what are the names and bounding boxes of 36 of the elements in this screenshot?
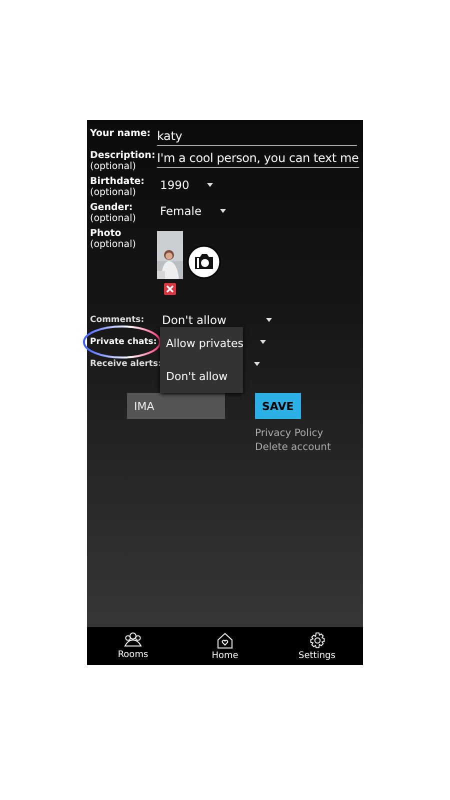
caret-icon bbox=[207, 183, 214, 187]
people-icon bbox=[124, 632, 142, 648]
nav-item[interactable]: Settings bbox=[282, 632, 352, 660]
optional-hint: (optional) bbox=[90, 239, 137, 250]
setting-label: Receive alerts: bbox=[90, 359, 162, 369]
dropdown-option[interactable]: Don't allow bbox=[166, 370, 243, 383]
home-icon bbox=[216, 632, 234, 648]
field-label: Photo bbox=[90, 228, 122, 239]
camera-icon[interactable] bbox=[187, 245, 221, 279]
image-button[interactable]: IMA bbox=[127, 393, 225, 419]
optional-hint: (optional) bbox=[90, 187, 137, 198]
field-label: Your name: bbox=[90, 128, 152, 139]
field-label: Gender: bbox=[90, 202, 134, 213]
caret-icon bbox=[220, 209, 226, 213]
text-field[interactable]: katy bbox=[157, 128, 357, 146]
setting-label: Comments: bbox=[90, 315, 146, 325]
settings-icon bbox=[308, 632, 326, 648]
optional-hint: (optional) bbox=[90, 161, 137, 172]
text-field[interactable]: I'm a cool person, you can text me bbox=[157, 150, 359, 168]
dropdown-select[interactable]: Female bbox=[157, 202, 229, 220]
dropdown-option[interactable]: Allow privates bbox=[166, 337, 243, 350]
caret-icon[interactable] bbox=[254, 362, 260, 366]
delete-icon[interactable] bbox=[164, 283, 176, 295]
dropdown-select[interactable]: 1990 bbox=[157, 176, 216, 194]
setting-label: Private chats: bbox=[90, 337, 158, 347]
nav-item[interactable]: Home bbox=[190, 632, 260, 660]
text-link[interactable]: Delete account bbox=[255, 442, 331, 453]
text-link[interactable]: Privacy Policy bbox=[255, 428, 324, 439]
caret-icon[interactable] bbox=[260, 340, 266, 344]
save-button[interactable]: SAVE bbox=[255, 393, 301, 419]
dropdown-value[interactable]: Don't allow bbox=[162, 313, 226, 327]
optional-hint: (optional) bbox=[90, 213, 137, 224]
caret-icon[interactable] bbox=[266, 318, 272, 322]
nav-item[interactable]: Rooms bbox=[98, 632, 168, 660]
field-label: Description: bbox=[90, 150, 156, 161]
field-label: Birthdate: bbox=[90, 176, 146, 187]
